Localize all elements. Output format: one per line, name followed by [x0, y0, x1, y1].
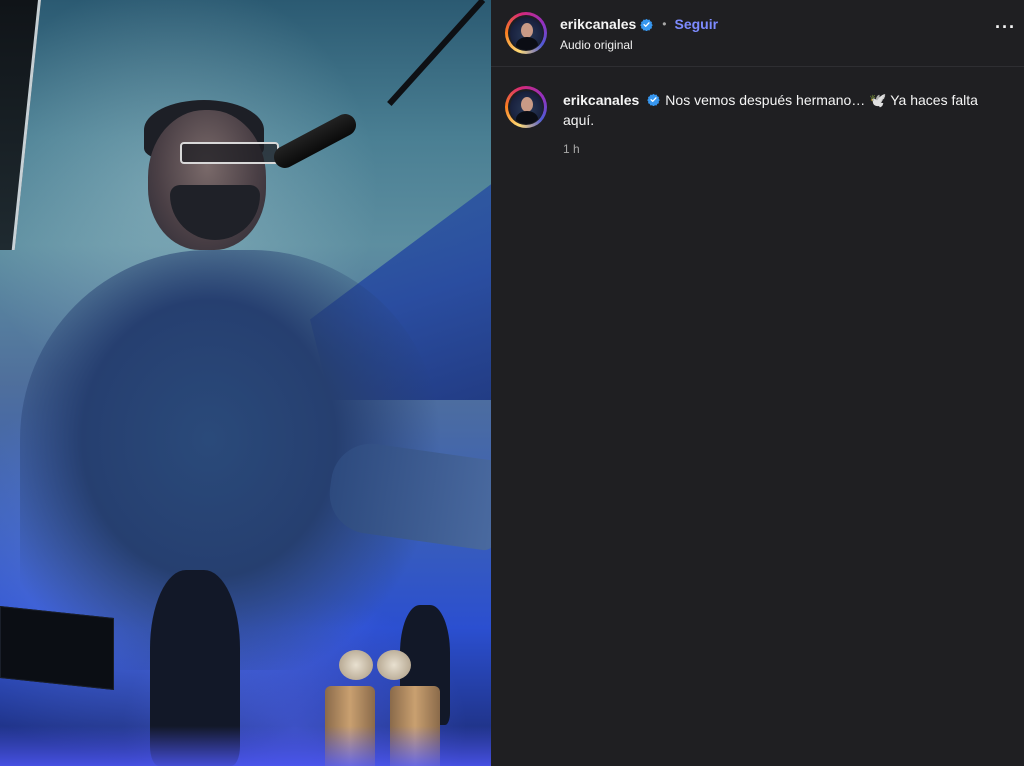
author-username[interactable]: erikcanales	[560, 16, 636, 32]
caption-comment: erikcanales Nos vemos después hermano… 🕊…	[491, 67, 1024, 156]
caption-username[interactable]: erikcanales	[563, 92, 639, 108]
stage-floor-light	[0, 726, 491, 766]
author-info: erikcanales • Seguir Audio original	[560, 15, 718, 52]
avatar-image	[509, 16, 543, 50]
post-modal: erikcanales • Seguir Audio original ···	[0, 0, 1024, 766]
drum-head	[377, 650, 411, 680]
caption-avatar[interactable]	[505, 86, 547, 128]
separator-dot: •	[662, 17, 667, 31]
post-media[interactable]	[0, 0, 491, 766]
more-options-icon[interactable]: ···	[995, 18, 1016, 36]
verified-badge-icon	[640, 18, 654, 31]
caption-timestamp[interactable]: 1 h	[563, 142, 1003, 156]
follow-button[interactable]: Seguir	[675, 16, 719, 32]
performer-sunglasses	[180, 142, 279, 164]
avatar-image	[509, 90, 543, 124]
post-side-panel: erikcanales • Seguir Audio original ···	[491, 0, 1024, 766]
caption-text: erikcanales Nos vemos después hermano… 🕊…	[563, 90, 1003, 130]
author-avatar[interactable]	[505, 12, 547, 54]
audio-label[interactable]: Audio original	[560, 38, 718, 52]
music-stand	[0, 606, 114, 690]
drum-head	[339, 650, 373, 680]
post-header: erikcanales • Seguir Audio original ···	[491, 0, 1024, 66]
verified-badge-icon	[647, 93, 661, 106]
